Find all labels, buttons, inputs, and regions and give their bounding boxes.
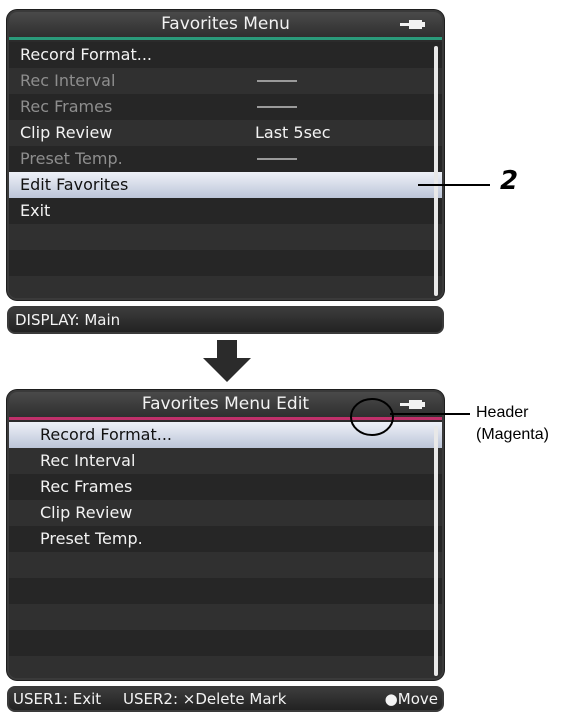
favorites-menu-footer: DISPLAY: Main (7, 306, 444, 334)
empty-row (9, 224, 442, 250)
menu-item-preset-temp: Preset Temp. (9, 146, 442, 172)
favorites-menu-header: Favorites Menu (9, 12, 442, 38)
favorites-menu-list: Record Format... Rec Interval Rec Frames… (9, 42, 442, 298)
callout-line (418, 184, 490, 186)
scrollbar[interactable] (434, 46, 438, 296)
empty-row (9, 656, 442, 678)
user1-exit-label: USER1: Exit (13, 690, 102, 708)
menu-item-exit[interactable]: Exit (9, 198, 442, 224)
edit-item-preset-temp[interactable]: Preset Temp. (9, 526, 442, 552)
menu-item-rec-interval: Rec Interval (9, 68, 442, 94)
favorites-menu-edit-title: Favorites Menu Edit (141, 394, 310, 414)
value-dash (257, 106, 297, 108)
empty-row (9, 276, 442, 298)
edit-item-clip-review[interactable]: Clip Review (9, 500, 442, 526)
empty-row (9, 250, 442, 276)
favorites-menu-screen: Favorites Menu Record Format... Rec Inte… (7, 10, 444, 300)
scrollbar[interactable] (434, 426, 438, 676)
menu-item-edit-favorites[interactable]: Edit Favorites (9, 172, 442, 198)
move-label: ●Move (384, 690, 438, 708)
user2-delete-mark-label: USER2: ×Delete Mark (123, 690, 287, 708)
down-arrow-icon (203, 340, 251, 382)
clip-review-value: Last 5sec (255, 123, 331, 142)
value-dash (257, 80, 297, 82)
menu-item-record-format[interactable]: Record Format... (9, 42, 442, 68)
header-callout-label: Header (Magenta) (476, 404, 549, 443)
edit-item-rec-interval[interactable]: Rec Interval (9, 448, 442, 474)
battery-plug-icon (400, 398, 428, 411)
menu-item-clip-review[interactable]: Clip Review Last 5sec (9, 120, 442, 146)
edit-item-rec-frames[interactable]: Rec Frames (9, 474, 442, 500)
value-dash (257, 158, 297, 160)
battery-plug-icon (400, 18, 428, 31)
empty-row (9, 604, 442, 630)
menu-item-rec-frames: Rec Frames (9, 94, 442, 120)
empty-row (9, 552, 442, 578)
empty-row (9, 578, 442, 604)
display-main-label: DISPLAY: Main (15, 311, 121, 329)
header-callout-circle (350, 398, 394, 436)
callout-line (390, 413, 470, 415)
header-accent-line (9, 37, 442, 40)
empty-row (9, 630, 442, 656)
callout-number: 2 (500, 166, 519, 196)
favorites-edit-list: Record Format... Rec Interval Rec Frames… (9, 422, 442, 678)
favorites-edit-footer: USER1: Exit USER2: ×Delete Mark ●Move (7, 686, 444, 712)
favorites-menu-title: Favorites Menu (161, 14, 290, 34)
